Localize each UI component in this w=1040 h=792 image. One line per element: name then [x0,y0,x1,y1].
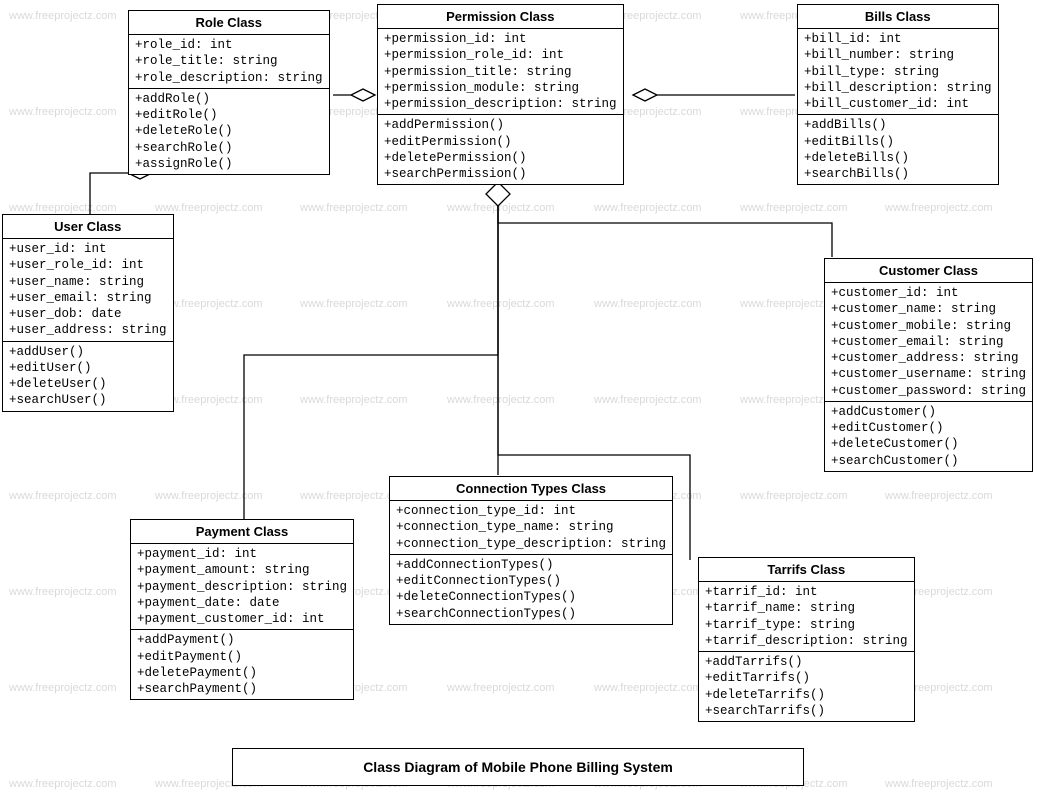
diagram-caption: Class Diagram of Mobile Phone Billing Sy… [232,748,804,786]
watermark-text: www.freeprojectz.com [9,682,117,694]
watermark-text: www.freeprojectz.com [9,490,117,502]
class-connection-types: Connection Types Class +connection_type_… [389,476,673,625]
class-ops: +addTarrifs() +editTarrifs() +deleteTarr… [699,652,914,721]
watermark-text: www.freeprojectz.com [447,394,555,406]
watermark-text: www.freeprojectz.com [9,202,117,214]
class-customer: Customer Class +customer_id: int +custom… [824,258,1033,472]
class-ops: +addRole() +editRole() +deleteRole() +se… [129,89,329,174]
watermark-text: www.freeprojectz.com [885,202,993,214]
class-ops: +addUser() +editUser() +deleteUser() +se… [3,342,173,411]
watermark-text: www.freeprojectz.com [594,202,702,214]
class-title: Connection Types Class [390,477,672,501]
class-ops: +addCustomer() +editCustomer() +deleteCu… [825,402,1032,471]
caption-text: Class Diagram of Mobile Phone Billing Sy… [363,759,673,775]
watermark-text: www.freeprojectz.com [594,298,702,310]
class-attrs: +bill_id: int +bill_number: string +bill… [798,29,998,115]
class-title: Payment Class [131,520,353,544]
watermark-text: www.freeprojectz.com [155,490,263,502]
class-tarrifs: Tarrifs Class +tarrif_id: int +tarrif_na… [698,557,915,722]
class-ops: +addConnectionTypes() +editConnectionTyp… [390,555,672,624]
class-ops: +addPermission() +editPermission() +dele… [378,115,623,184]
watermark-text: www.freeprojectz.com [594,682,702,694]
watermark-text: www.freeprojectz.com [885,778,993,790]
class-title: User Class [3,215,173,239]
class-attrs: +permission_id: int +permission_role_id:… [378,29,623,115]
class-attrs: +customer_id: int +customer_name: string… [825,283,1032,402]
watermark-text: www.freeprojectz.com [300,298,408,310]
class-title: Bills Class [798,5,998,29]
watermark-text: www.freeprojectz.com [155,202,263,214]
class-attrs: +tarrif_id: int +tarrif_name: string +ta… [699,582,914,652]
class-attrs: +payment_id: int +payment_amount: string… [131,544,353,630]
watermark-text: www.freeprojectz.com [740,202,848,214]
watermark-text: www.freeprojectz.com [740,490,848,502]
watermark-text: www.freeprojectz.com [300,202,408,214]
class-ops: +addPayment() +editPayment() +deletePaym… [131,630,353,699]
class-attrs: +role_id: int +role_title: string +role_… [129,35,329,89]
class-user: User Class +user_id: int +user_role_id: … [2,214,174,412]
class-attrs: +user_id: int +user_role_id: int +user_n… [3,239,173,342]
class-title: Customer Class [825,259,1032,283]
watermark-text: www.freeprojectz.com [9,10,117,22]
watermark-text: www.freeprojectz.com [885,490,993,502]
watermark-text: www.freeprojectz.com [447,298,555,310]
watermark-text: www.freeprojectz.com [9,586,117,598]
class-title: Role Class [129,11,329,35]
watermark-text: www.freeprojectz.com [447,202,555,214]
class-ops: +addBills() +editBills() +deleteBills() … [798,115,998,184]
watermark-text: www.freeprojectz.com [9,778,117,790]
class-title: Permission Class [378,5,623,29]
watermark-text: www.freeprojectz.com [9,106,117,118]
watermark-text: www.freeprojectz.com [447,682,555,694]
watermark-text: www.freeprojectz.com [300,394,408,406]
class-attrs: +connection_type_id: int +connection_typ… [390,501,672,555]
class-bills: Bills Class +bill_id: int +bill_number: … [797,4,999,185]
class-payment: Payment Class +payment_id: int +payment_… [130,519,354,700]
class-permission: Permission Class +permission_id: int +pe… [377,4,624,185]
class-role: Role Class +role_id: int +role_title: st… [128,10,330,175]
watermark-text: www.freeprojectz.com [594,394,702,406]
class-title: Tarrifs Class [699,558,914,582]
